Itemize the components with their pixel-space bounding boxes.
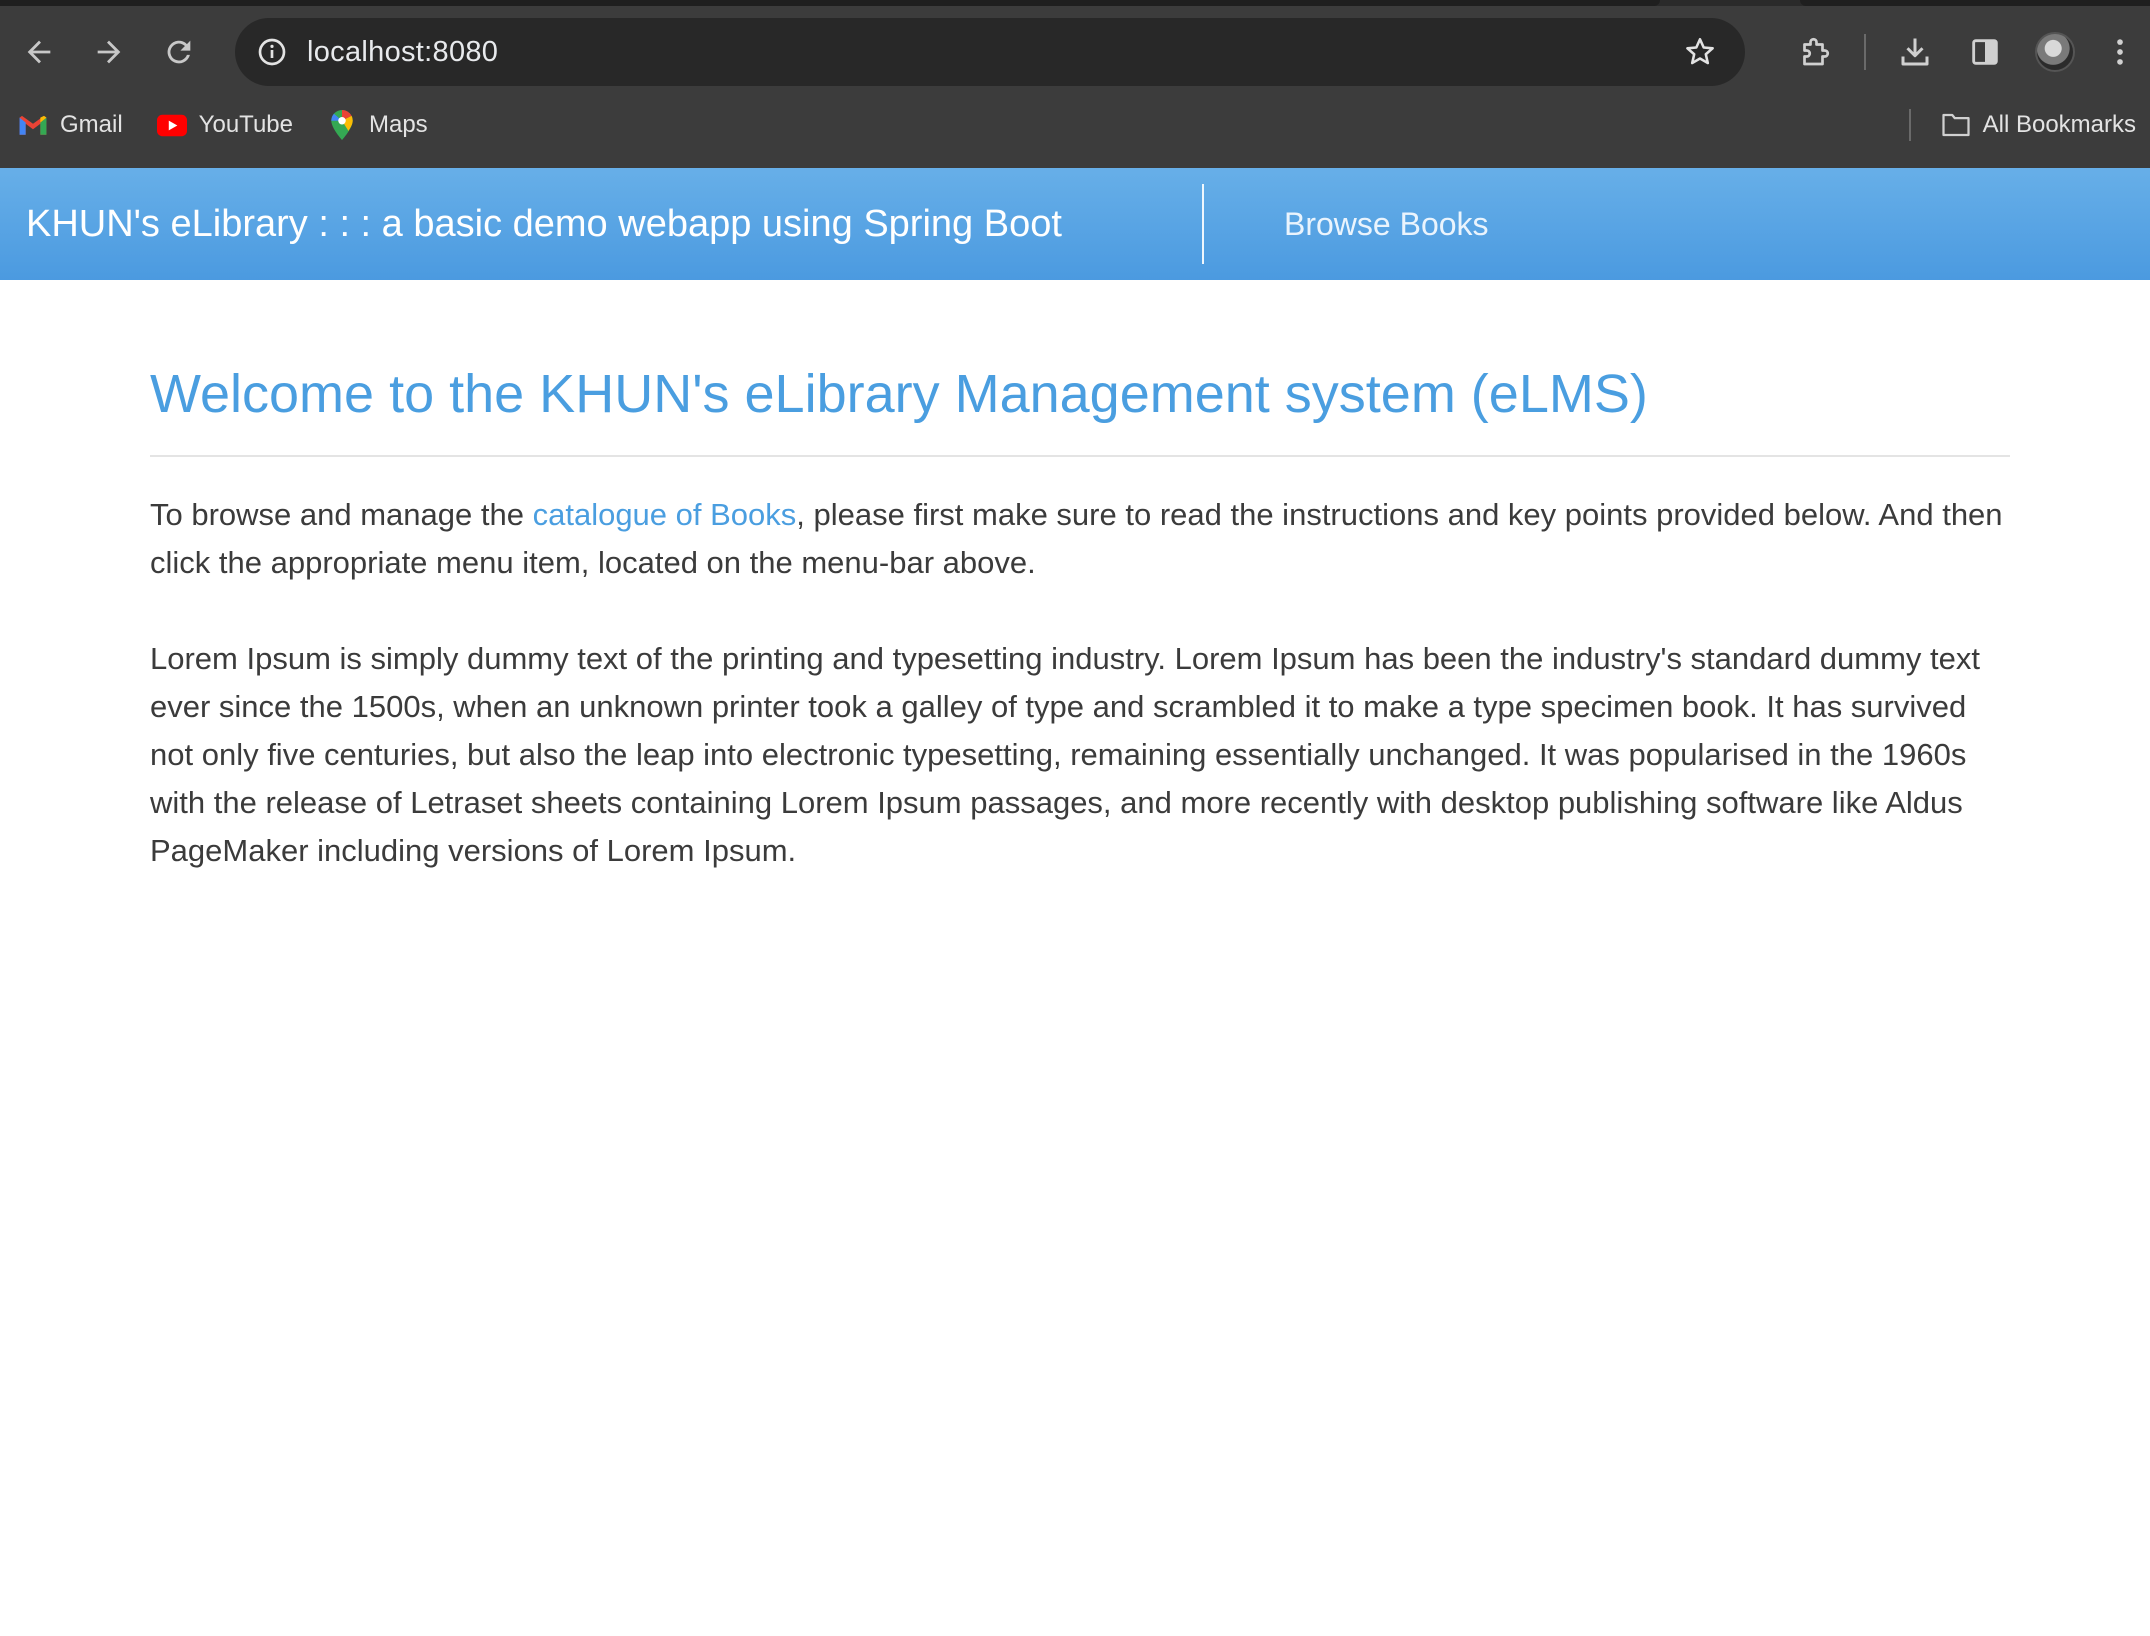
downloads-button[interactable] bbox=[1880, 18, 1950, 86]
extensions-button[interactable] bbox=[1780, 18, 1850, 86]
body-paragraph: Lorem Ipsum is simply dummy text of the … bbox=[150, 640, 1981, 868]
bookmark-star-button[interactable] bbox=[1665, 18, 1735, 86]
brand-title[interactable]: KHUN's eLibrary : : : a basic demo webap… bbox=[0, 203, 1202, 246]
bookmark-maps[interactable]: Maps bbox=[309, 98, 444, 152]
site-info-button[interactable] bbox=[237, 18, 307, 86]
toolbar-separator bbox=[1864, 34, 1866, 70]
bookmark-youtube[interactable]: YouTube bbox=[139, 98, 309, 152]
intro-paragraph: To browse and manage the catalogue of Bo… bbox=[150, 491, 2010, 587]
info-icon bbox=[258, 38, 286, 66]
avatar bbox=[2035, 32, 2075, 72]
catalogue-link[interactable]: catalogue of Books bbox=[533, 497, 797, 532]
back-button[interactable] bbox=[4, 17, 74, 87]
puzzle-icon bbox=[1803, 37, 1830, 66]
forward-button[interactable] bbox=[74, 17, 144, 87]
navbar-divider bbox=[1202, 184, 1204, 264]
all-bookmarks-label: All Bookmarks bbox=[1982, 111, 2136, 138]
reload-button[interactable] bbox=[144, 17, 214, 87]
maps-icon bbox=[327, 110, 357, 140]
main-content: Welcome to the KHUN's eLibrary Managemen… bbox=[150, 280, 2010, 875]
browser-chrome: localhost:8080 Gmail YouTube Maps All Bo… bbox=[0, 0, 2150, 168]
side-panel-icon bbox=[1972, 39, 1998, 65]
profile-button[interactable] bbox=[2020, 18, 2090, 86]
reload-icon bbox=[167, 40, 191, 64]
youtube-icon bbox=[156, 110, 187, 140]
folder-icon bbox=[1941, 110, 1971, 140]
bookmark-label: YouTube bbox=[198, 111, 293, 138]
address-bar[interactable]: localhost:8080 bbox=[235, 18, 1745, 86]
side-panel-button[interactable] bbox=[1950, 18, 2020, 86]
forward-arrow-icon bbox=[97, 40, 121, 64]
intro-text-start: To browse and manage the bbox=[150, 496, 533, 532]
download-icon bbox=[1901, 38, 1929, 66]
bookmarks-bar-right: All Bookmarks bbox=[1908, 98, 2150, 152]
bookmark-label: Gmail bbox=[60, 111, 123, 138]
more-vert-icon bbox=[2117, 39, 2123, 65]
bookmarks-separator bbox=[1908, 109, 1911, 141]
gmail-icon bbox=[18, 110, 48, 140]
app-navbar: KHUN's eLibrary : : : a basic demo webap… bbox=[0, 168, 2150, 280]
browser-toolbar: localhost:8080 bbox=[0, 6, 2150, 98]
menu-button[interactable] bbox=[2090, 18, 2150, 86]
back-arrow-icon bbox=[27, 40, 51, 64]
toolbar-actions bbox=[1780, 18, 2150, 86]
bookmark-label: Maps bbox=[368, 111, 428, 138]
page-title: Welcome to the KHUN's eLibrary Managemen… bbox=[150, 364, 1648, 424]
bookmarks-bar: Gmail YouTube Maps All Bookmarks bbox=[0, 98, 2150, 152]
nav-browse-books[interactable]: Browse Books bbox=[1284, 206, 1489, 243]
all-bookmarks-button[interactable]: All Bookmarks bbox=[1941, 98, 2150, 152]
bookmark-gmail[interactable]: Gmail bbox=[0, 98, 139, 152]
star-icon bbox=[1686, 37, 1714, 65]
title-divider bbox=[150, 454, 2010, 457]
url-text[interactable]: localhost:8080 bbox=[307, 36, 1665, 69]
